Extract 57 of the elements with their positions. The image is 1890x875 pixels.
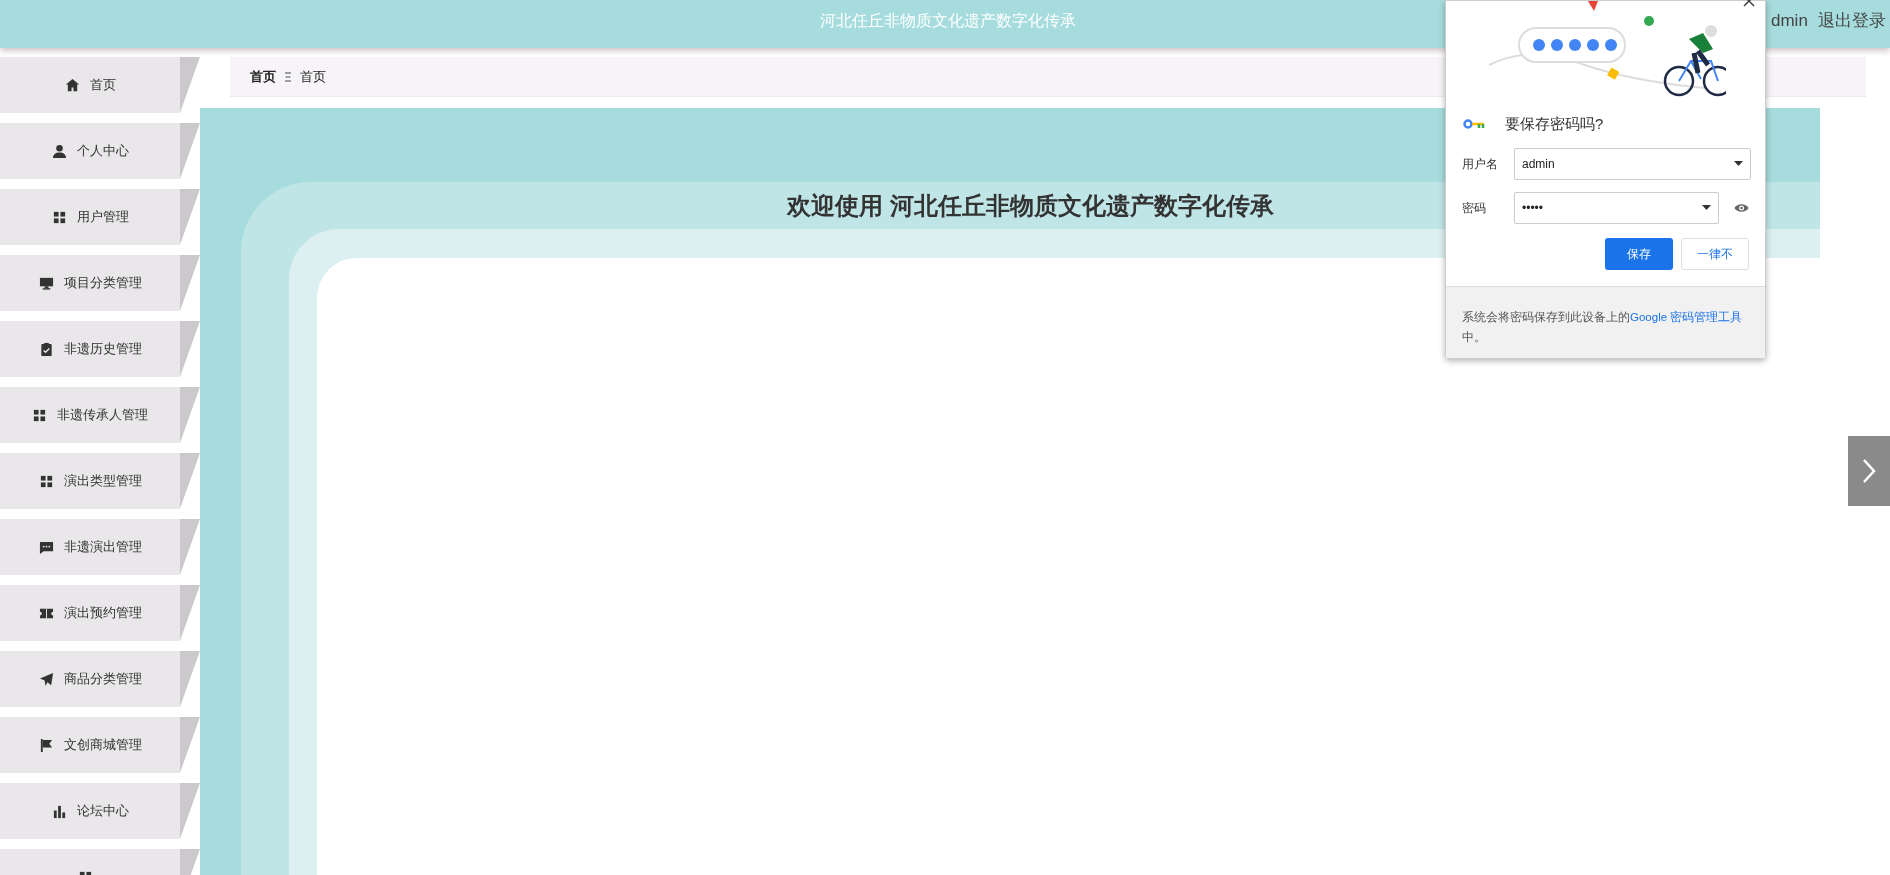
sidebar-item[interactable]: 首页 xyxy=(0,57,200,113)
sidebar-item[interactable]: 文创商城管理 xyxy=(0,717,200,773)
key-icon xyxy=(1463,118,1487,131)
monitor-icon xyxy=(38,275,54,291)
welcome-title: 欢迎使用 河北任丘非物质文化遗产数字化传承 xyxy=(787,190,1274,221)
corner-fold-icon xyxy=(180,123,200,179)
sidebar-item[interactable]: 演出预约管理 xyxy=(0,585,200,641)
corner-fold-icon xyxy=(180,57,200,113)
paper-plane-icon xyxy=(38,671,54,687)
flag-icon xyxy=(38,737,54,753)
password-manager-link[interactable]: Google 密码管理工具 xyxy=(1630,311,1743,323)
grid-icon xyxy=(51,209,67,225)
dialog-footer-text: 系统会将密码保存到此设备上的Google 密码管理工具 中。 xyxy=(1462,310,1744,345)
corner-fold-icon xyxy=(180,321,200,377)
sidebar-item[interactable]: 论坛中心 xyxy=(0,783,200,839)
bar-chart-icon xyxy=(51,803,67,819)
separator-icon xyxy=(284,71,292,82)
sidebar-item[interactable]: 用户管理 xyxy=(0,189,200,245)
dropdown-caret-icon xyxy=(1702,205,1711,210)
sidebar-item[interactable]: 非遗历史管理 xyxy=(0,321,200,377)
corner-fold-icon xyxy=(180,189,200,245)
home-icon xyxy=(64,77,80,93)
next-button[interactable] xyxy=(1848,436,1890,506)
header-title: 河北任丘非物质文化遗产数字化传承 xyxy=(820,11,1076,31)
breadcrumb-item[interactable]: 首页 xyxy=(250,66,276,87)
corner-fold-icon xyxy=(180,717,200,773)
save-button[interactable]: 保存 xyxy=(1605,237,1673,270)
corner-fold-icon xyxy=(180,783,200,839)
corner-fold-icon xyxy=(180,453,200,509)
field-label: 密码 xyxy=(1462,199,1487,217)
eye-icon[interactable] xyxy=(1734,202,1749,213)
sidebar-item[interactable]: 演出类型管理 xyxy=(0,453,200,509)
sidebar-item[interactable]: 非遗传承人管理 xyxy=(0,387,200,443)
sidebar-item[interactable]: 项目分类管理 xyxy=(0,255,200,311)
corner-fold-icon xyxy=(180,519,200,575)
clipboard-check-icon xyxy=(38,341,54,357)
field-label: 用户名 xyxy=(1462,155,1499,173)
chevron-right-icon xyxy=(1861,457,1877,485)
dialog-title: 要保存密码吗? xyxy=(1505,114,1604,134)
dropdown-caret-icon xyxy=(1734,161,1743,166)
corner-fold-icon xyxy=(180,585,200,641)
corner-fold-icon xyxy=(180,651,200,707)
corner-fold-icon xyxy=(180,387,200,443)
never-button[interactable]: 一律不 xyxy=(1681,237,1749,270)
user-icon xyxy=(51,143,67,159)
sidebar-item[interactable]: 非遗演出管理 xyxy=(0,519,200,575)
corner-fold-icon xyxy=(180,255,200,311)
grid-icon xyxy=(32,407,47,423)
chat-icon xyxy=(38,539,54,555)
breadcrumb-item[interactable]: 首页 xyxy=(300,66,326,87)
sidebar-item[interactable]: 商品分类管理 xyxy=(0,651,200,707)
grid-icon xyxy=(38,473,54,489)
username-field[interactable]: admin xyxy=(1514,147,1751,180)
logout-link[interactable]: 退出登录 xyxy=(1817,8,1886,34)
user-name: dmin xyxy=(1771,10,1808,32)
password-field[interactable]: ••••• xyxy=(1514,191,1719,224)
sidebar-item[interactable]: 个人中心 xyxy=(0,123,200,179)
